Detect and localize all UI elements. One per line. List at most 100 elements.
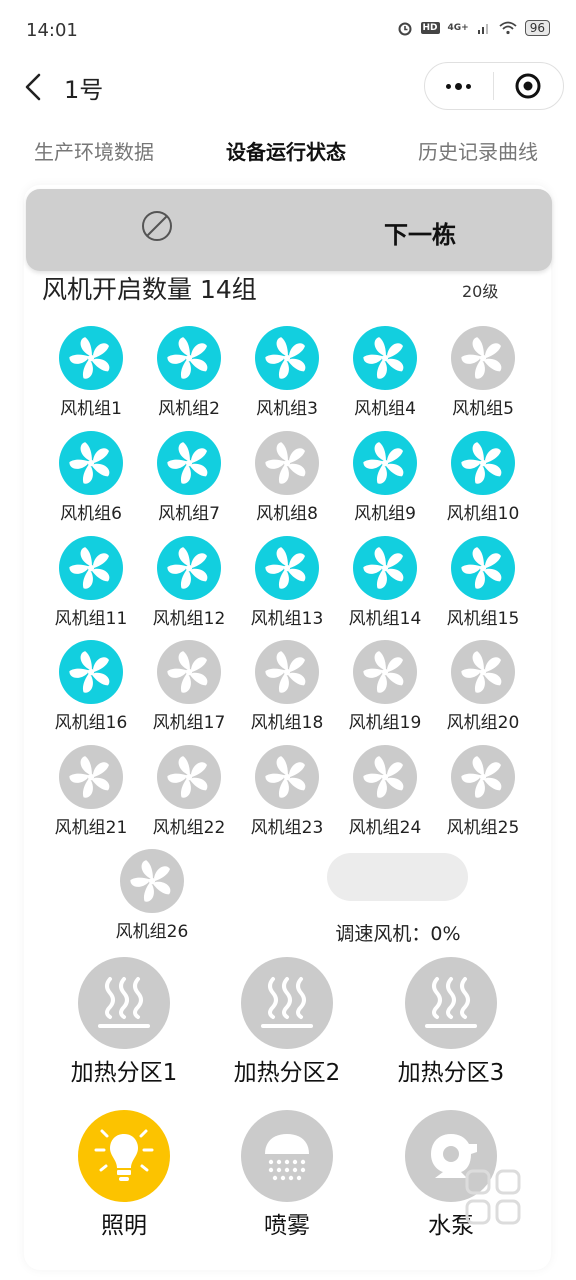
bulb-icon [78,1110,170,1202]
heater-icon [405,957,497,1049]
speed-fan-text: 调速风机：0% [335,923,461,945]
spray-icon [241,1110,333,1202]
tab-history-curve[interactable]: 历史记录曲线 [418,136,538,165]
spray-control[interactable]: 喷雾 [207,1110,367,1250]
fan-group-14[interactable]: 风机组14 [337,536,433,636]
fan-icon [451,431,515,495]
heater-label: 加热分区1 [70,1060,178,1086]
fan-group-11[interactable]: 风机组11 [43,536,139,636]
heater-icon [241,957,333,1049]
heater-label: 加热分区3 [397,1060,505,1086]
back-icon[interactable] [20,72,46,102]
device-label: 喷雾 [264,1213,310,1239]
fan-label: 风机组15 [446,609,520,629]
more-options-icon[interactable] [425,82,493,90]
fan-icon [255,640,319,704]
nav-bar: 1号 [0,62,576,112]
fan-count-text: 风机开启数量 14组 [42,275,257,304]
wifi-icon [499,21,517,35]
network-label: 4G+ [447,23,469,33]
tab-environment-data[interactable]: 生产环境数据 [34,136,154,165]
fan-group-5[interactable]: 风机组5 [435,326,531,426]
close-target-icon[interactable] [494,72,564,100]
fan-icon [255,431,319,495]
fan-icon [59,536,123,600]
speed-fan-bar[interactable] [327,853,468,901]
fan-group-1[interactable]: 风机组1 [43,326,139,426]
hd-badge: HD [420,22,440,34]
fan-label: 风机组10 [446,504,520,524]
heater-icon [78,957,170,1049]
fan-icon [255,326,319,390]
fan-group-16[interactable]: 风机组16 [43,640,139,740]
tab-bar: 生产环境数据 设备运行状态 历史记录曲线 [0,130,576,170]
fan-group-9[interactable]: 风机组9 [337,431,433,531]
heater-zone-2[interactable]: 加热分区2 [207,957,367,1097]
fan-group-20[interactable]: 风机组20 [435,640,531,740]
fan-label: 风机组20 [446,713,520,733]
fan-group-22[interactable]: 风机组22 [141,745,237,845]
fan-group-21[interactable]: 风机组21 [43,745,139,845]
fan-icon [353,640,417,704]
heater-zone-3[interactable]: 加热分区3 [371,957,531,1097]
grid-menu-icon[interactable] [464,1168,522,1230]
fan-icon [353,745,417,809]
fan-icon [451,326,515,390]
fan-icon [157,640,221,704]
fan-icon [59,326,123,390]
fan-level: 20级 [462,282,499,301]
fan-group-12[interactable]: 风机组12 [141,536,237,636]
status-bar: 14:01 HD 4G+ 96 [0,0,576,62]
fan-icon [59,431,123,495]
fan-label: 风机组5 [452,399,514,419]
fan-icon [255,536,319,600]
fan-label: 风机组25 [446,818,520,838]
fan-group-15[interactable]: 风机组15 [435,536,531,636]
heater-label: 加热分区2 [233,1060,341,1086]
battery-indicator: 96 [524,20,550,36]
fan-icon [353,431,417,495]
heater-zone-1[interactable]: 加热分区1 [44,957,204,1097]
fan-group-13[interactable]: 风机组13 [239,536,335,636]
fan-group-10[interactable]: 风机组10 [435,431,531,531]
fan-icon [353,536,417,600]
fan-icon [157,326,221,390]
next-building-button[interactable]: 下一栋 [384,215,456,250]
fan-group-18[interactable]: 风机组18 [239,640,335,740]
fan-icon [451,745,515,809]
fan-icon [157,431,221,495]
signal-icon [477,24,488,34]
fan-label: 风机组26 [115,922,189,942]
fan-group-26[interactable]: 风机组26 [104,849,200,949]
fan-icon [157,745,221,809]
fan-icon [157,536,221,600]
fan-group-3[interactable]: 风机组3 [239,326,335,426]
fan-group-17[interactable]: 风机组17 [141,640,237,740]
fan-icon [255,745,319,809]
device-label: 照明 [101,1213,147,1239]
fan-icon [451,640,515,704]
page-title: 1号 [64,76,104,104]
alarm-icon [398,22,411,36]
fan-icon [353,326,417,390]
fan-group-24[interactable]: 风机组24 [337,745,433,845]
fan-icon [59,640,123,704]
fan-icon [451,536,515,600]
mini-program-capsule [424,62,564,110]
next-building-panel: 下一栋 [26,189,552,271]
status-icons: HD 4G+ 96 [397,20,550,36]
lighting-control[interactable]: 照明 [44,1110,204,1250]
disabled-icon[interactable] [140,209,174,247]
status-time: 14:01 [26,20,78,41]
fan-icon [120,849,184,913]
fan-icon [59,745,123,809]
tab-device-status[interactable]: 设备运行状态 [226,136,346,165]
fan-group-6[interactable]: 风机组6 [43,431,139,531]
fan-group-4[interactable]: 风机组4 [337,326,433,426]
fan-group-19[interactable]: 风机组19 [337,640,433,740]
fan-group-23[interactable]: 风机组23 [239,745,335,845]
fan-group-25[interactable]: 风机组25 [435,745,531,845]
fan-group-8[interactable]: 风机组8 [239,431,335,531]
fan-group-7[interactable]: 风机组7 [141,431,237,531]
fan-group-2[interactable]: 风机组2 [141,326,237,426]
